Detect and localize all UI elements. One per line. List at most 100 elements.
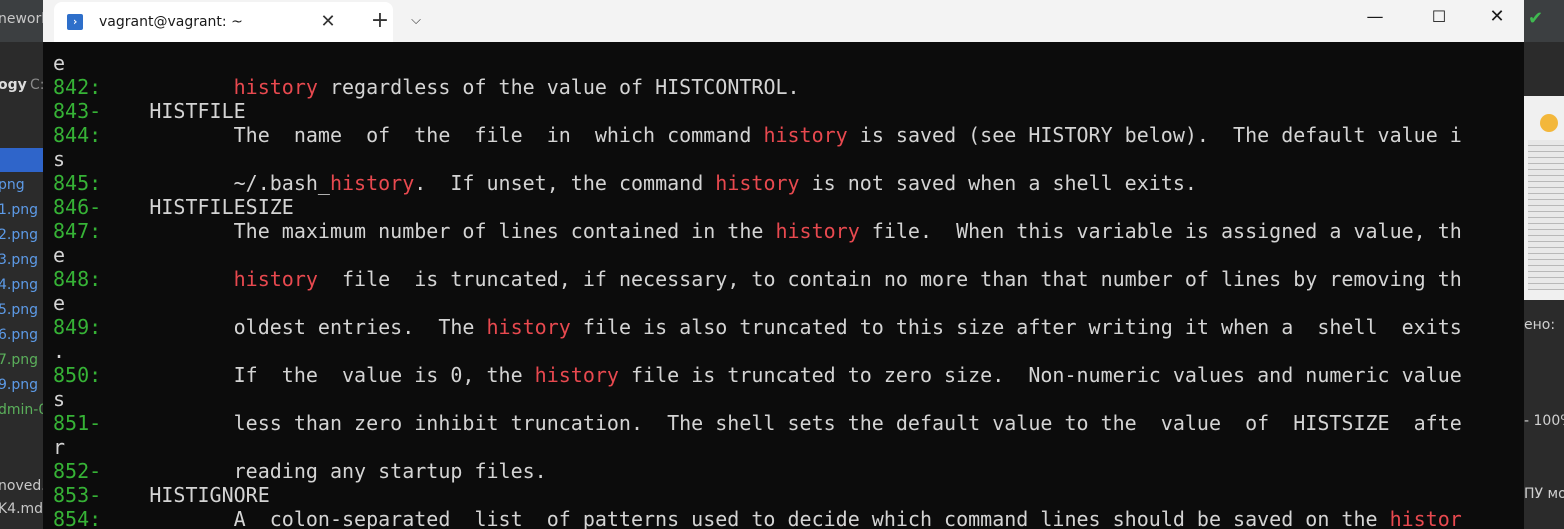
terminal-line: e <box>53 243 65 267</box>
line-text <box>101 267 233 291</box>
background-file-label: 5.png <box>0 302 39 318</box>
terminal-line: r <box>53 435 65 459</box>
scrollbar[interactable] <box>1511 42 1524 529</box>
line-text: e <box>53 51 66 75</box>
line-text: r <box>53 435 66 459</box>
background-selected-row <box>0 148 43 172</box>
line-text: HISTFILE <box>101 99 246 123</box>
background-file-label: nework <box>0 11 43 27</box>
thumbnail-sun-icon <box>1540 114 1558 132</box>
line-text: e <box>53 243 66 267</box>
terminal-line: 851- less than zero inhibit truncation. … <box>53 411 1462 435</box>
line-text: file. When this variable is assigned a v… <box>859 219 1462 243</box>
terminal-line: 848: history file is truncated, if neces… <box>53 267 1462 291</box>
terminal-line: . <box>53 339 65 363</box>
new-tab-button[interactable]: + <box>367 8 393 34</box>
line-number: 849: <box>53 315 102 339</box>
minimize-button[interactable]: — <box>1346 0 1404 34</box>
line-number: 851- <box>53 411 102 435</box>
line-text: regardless of the value of HISTCONTROL. <box>317 75 800 99</box>
line-number: 847: <box>53 219 102 243</box>
line-text: file is truncated to zero size. Non-nume… <box>618 363 1462 387</box>
background-file-label: 1.png <box>0 202 39 218</box>
search-match: history <box>715 171 800 195</box>
line-text: is saved (see HISTORY below). The defaul… <box>847 123 1462 147</box>
close-tab-icon[interactable]: ✕ <box>316 10 340 34</box>
line-text: s <box>53 387 66 411</box>
line-number: 842: <box>53 75 102 99</box>
line-text: reading any startup files. <box>101 459 547 483</box>
search-match: histor <box>1389 507 1462 529</box>
line-text: s <box>53 147 66 171</box>
line-number: 853- <box>53 483 102 507</box>
background-label: ПУ мо <box>1524 486 1564 502</box>
search-match: history <box>486 315 571 339</box>
line-text: less than zero inhibit truncation. The s… <box>101 411 1462 435</box>
terminal-line: 849: oldest entries. The history file is… <box>53 315 1462 339</box>
line-text: oldest entries. The <box>101 315 487 339</box>
background-file-label: 3.png <box>0 252 39 268</box>
terminal-line: 842: history regardless of the value of … <box>53 75 800 99</box>
background-file-label: C:\ <box>30 77 43 93</box>
line-number: 854: <box>53 507 102 529</box>
terminal-line: e <box>53 51 65 75</box>
background-file-label: dmin-0 <box>0 402 43 418</box>
line-text: If the value is 0, the <box>101 363 535 387</box>
terminal-line: 844: The name of the file in which comma… <box>53 123 1462 147</box>
line-text: ~/.bash_ <box>101 171 330 195</box>
line-text: . <box>53 339 66 363</box>
background-file-label: 4.png <box>0 277 39 293</box>
line-text: is not saved when a shell exits. <box>799 171 1197 195</box>
background-file-label: noved.f <box>0 478 43 494</box>
background-file-label: K4.md <box>0 501 43 517</box>
line-number: 844: <box>53 123 102 147</box>
title-bar[interactable]: › vagrant@vagrant: ~ ✕ + ⌵ — ☐ ✕ <box>43 0 1524 42</box>
chevron-down-icon[interactable]: ⌵ <box>405 8 427 34</box>
maximize-button[interactable]: ☐ <box>1410 0 1468 34</box>
line-number: 848: <box>53 267 102 291</box>
line-number: 852- <box>53 459 102 483</box>
search-match: history <box>233 75 318 99</box>
check-icon: ✔ <box>1528 8 1544 29</box>
search-match: history <box>775 219 860 243</box>
terminal-line: 846- HISTFILESIZE <box>53 195 294 219</box>
terminal-window[interactable]: › vagrant@vagrant: ~ ✕ + ⌵ — ☐ ✕ e 842: h… <box>43 0 1524 529</box>
terminal-line: 854: A colon-separated list of patterns … <box>53 507 1462 529</box>
line-text: HISTFILESIZE <box>101 195 294 219</box>
line-text: . If unset, the command <box>414 171 716 195</box>
background-file-label: 7.png <box>0 352 39 368</box>
terminal-line: 850: If the value is 0, the history file… <box>53 363 1462 387</box>
background-file-label: 6.png <box>0 327 39 343</box>
terminal-line: 847: The maximum number of lines contain… <box>53 219 1462 243</box>
powershell-icon: › <box>67 14 83 30</box>
terminal-line: 852- reading any startup files. <box>53 459 547 483</box>
close-window-button[interactable]: ✕ <box>1468 0 1526 34</box>
background-toolbar-right: ✔ <box>1524 0 1564 42</box>
background-app-right: ✔ eно: - 100% ПУ мо <box>1524 0 1564 529</box>
terminal-output[interactable]: e 842: history regardless of the value of… <box>43 42 1507 529</box>
terminal-line: 845: ~/.bash_history. If unset, the comm… <box>53 171 1197 195</box>
line-text: file is truncated, if necessary, to cont… <box>317 267 1462 291</box>
background-file-label: 2.png <box>0 227 39 243</box>
tab-vagrant[interactable]: › vagrant@vagrant: ~ ✕ <box>54 2 393 42</box>
background-file-label: 9.png <box>0 377 39 393</box>
line-number: 846- <box>53 195 102 219</box>
line-text: e <box>53 291 66 315</box>
terminal-line: 853- HISTIGNORE <box>53 483 270 507</box>
search-match: history <box>233 267 318 291</box>
background-file-label: png <box>0 177 25 193</box>
thumbnail-lines <box>1528 140 1564 290</box>
line-text: HISTIGNORE <box>101 483 270 507</box>
terminal-line: s <box>53 147 65 171</box>
line-text <box>101 75 233 99</box>
terminal-line: e <box>53 291 65 315</box>
terminal-line: s <box>53 387 65 411</box>
line-text: A colon-separated list of patterns used … <box>101 507 1390 529</box>
search-match: history <box>329 171 415 195</box>
tab-title: vagrant@vagrant: ~ <box>99 14 243 30</box>
line-text: The name of the file in which command <box>101 123 764 147</box>
search-match: history <box>763 123 848 147</box>
background-file-label: ogy <box>0 77 27 93</box>
line-number: 850: <box>53 363 102 387</box>
line-text: The maximum number of lines contained in… <box>101 219 776 243</box>
